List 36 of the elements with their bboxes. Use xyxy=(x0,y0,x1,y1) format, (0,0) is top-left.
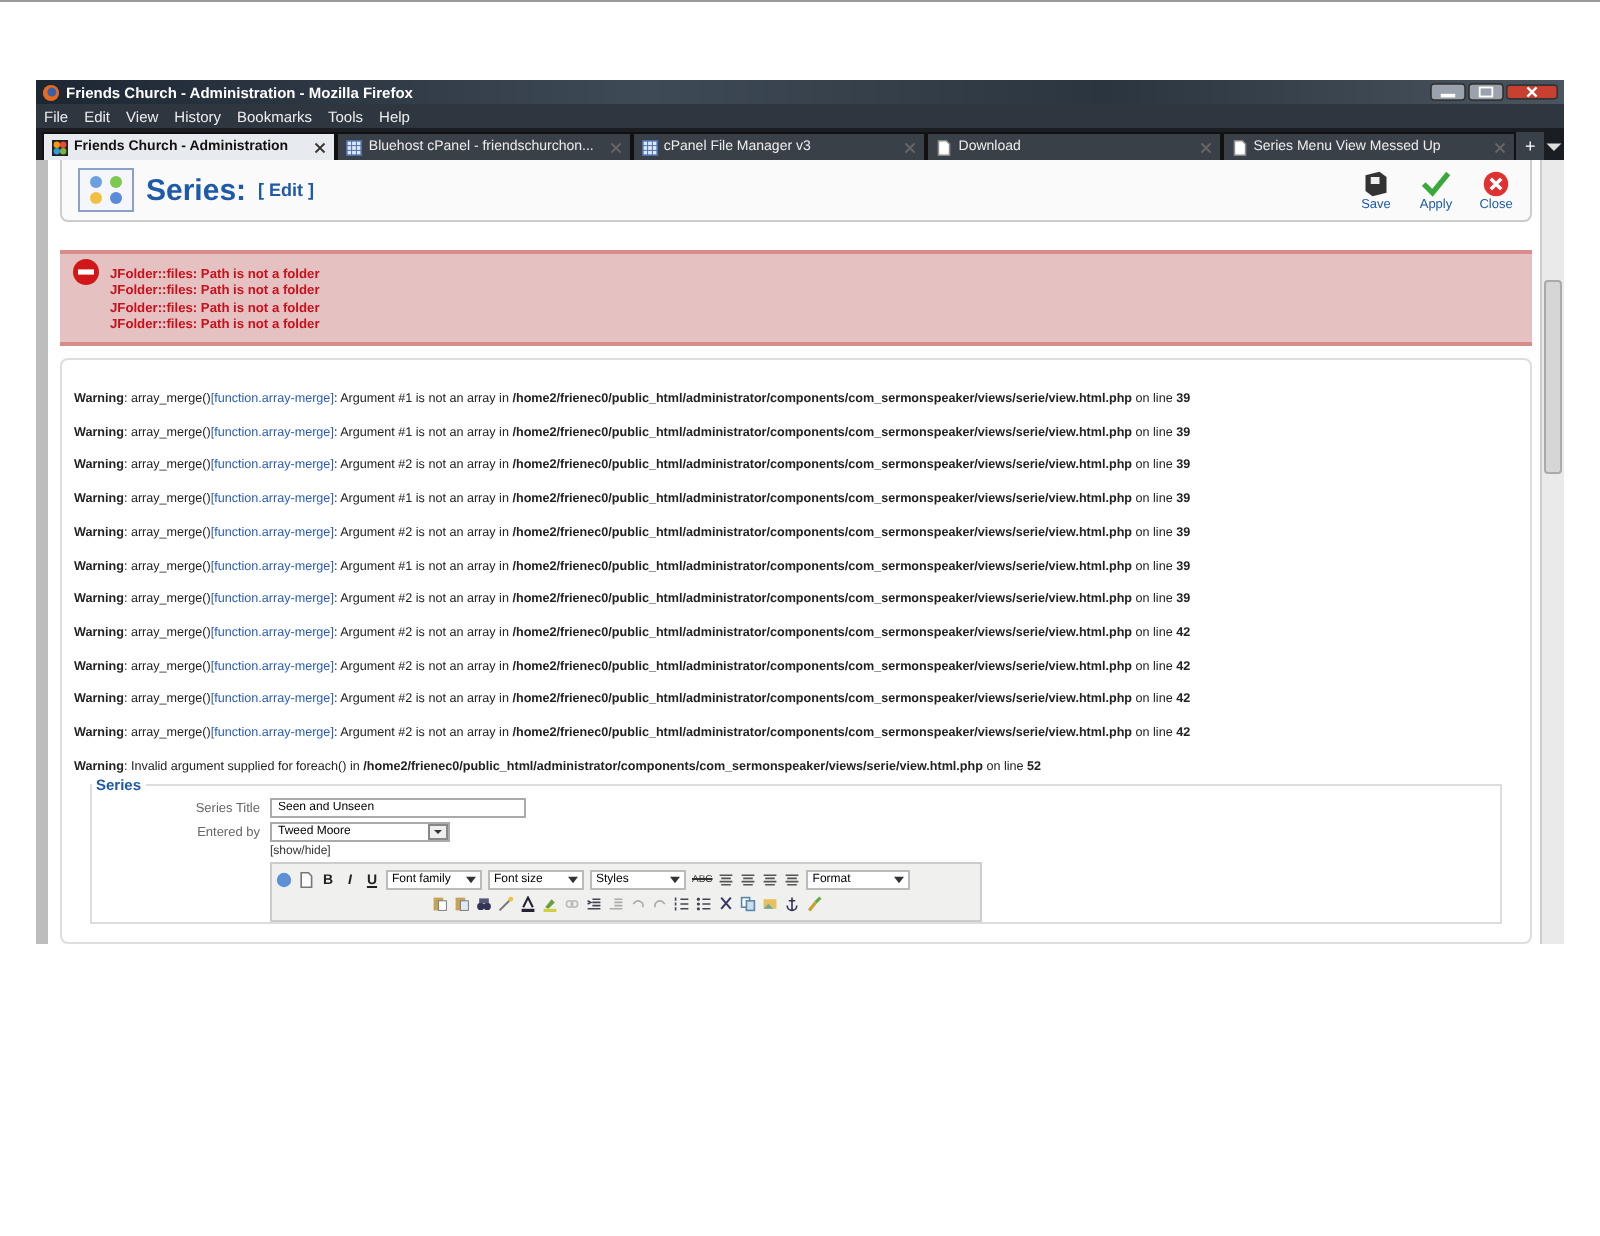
scrollbar[interactable] xyxy=(1540,160,1564,944)
caret-icon xyxy=(466,876,476,885)
numbered-list-icon[interactable] xyxy=(673,896,689,913)
grid-icon xyxy=(346,139,363,155)
caret-icon xyxy=(568,876,578,885)
series-icon xyxy=(78,168,134,212)
grid-icon xyxy=(641,139,658,155)
firefox-icon xyxy=(42,83,60,101)
indent-icon[interactable] xyxy=(585,896,601,913)
maximize-icon[interactable] xyxy=(1468,82,1504,102)
error-icon xyxy=(72,258,100,286)
new-tab-button[interactable]: + xyxy=(1516,132,1545,160)
site-icon xyxy=(52,139,68,155)
page-icon xyxy=(1231,139,1248,155)
align-icon[interactable] xyxy=(784,872,801,889)
new-document-icon[interactable] xyxy=(298,872,314,889)
close-tab-icon[interactable] xyxy=(314,141,327,153)
copy-icon[interactable] xyxy=(739,896,755,913)
align-icon[interactable] xyxy=(740,872,757,889)
wand-icon[interactable] xyxy=(497,896,513,913)
close-icon xyxy=(1482,169,1510,197)
page-icon xyxy=(936,139,953,155)
edit-label: [ Edit ] xyxy=(258,180,315,200)
align-icon[interactable] xyxy=(718,872,735,889)
dropdown-icon xyxy=(428,824,448,841)
text-color-icon[interactable] xyxy=(519,896,535,913)
minimize-icon[interactable] xyxy=(1430,82,1466,102)
page-title: Series: xyxy=(146,173,247,207)
checkmark-icon xyxy=(1422,169,1450,197)
align-icon[interactable] xyxy=(762,872,779,889)
anchor-icon[interactable] xyxy=(783,896,799,913)
bullet-list-icon[interactable] xyxy=(695,896,711,913)
close-icon[interactable] xyxy=(1506,82,1558,102)
caret-icon xyxy=(670,876,680,885)
binoculars-icon[interactable] xyxy=(475,896,491,913)
caret-icon xyxy=(894,876,905,885)
